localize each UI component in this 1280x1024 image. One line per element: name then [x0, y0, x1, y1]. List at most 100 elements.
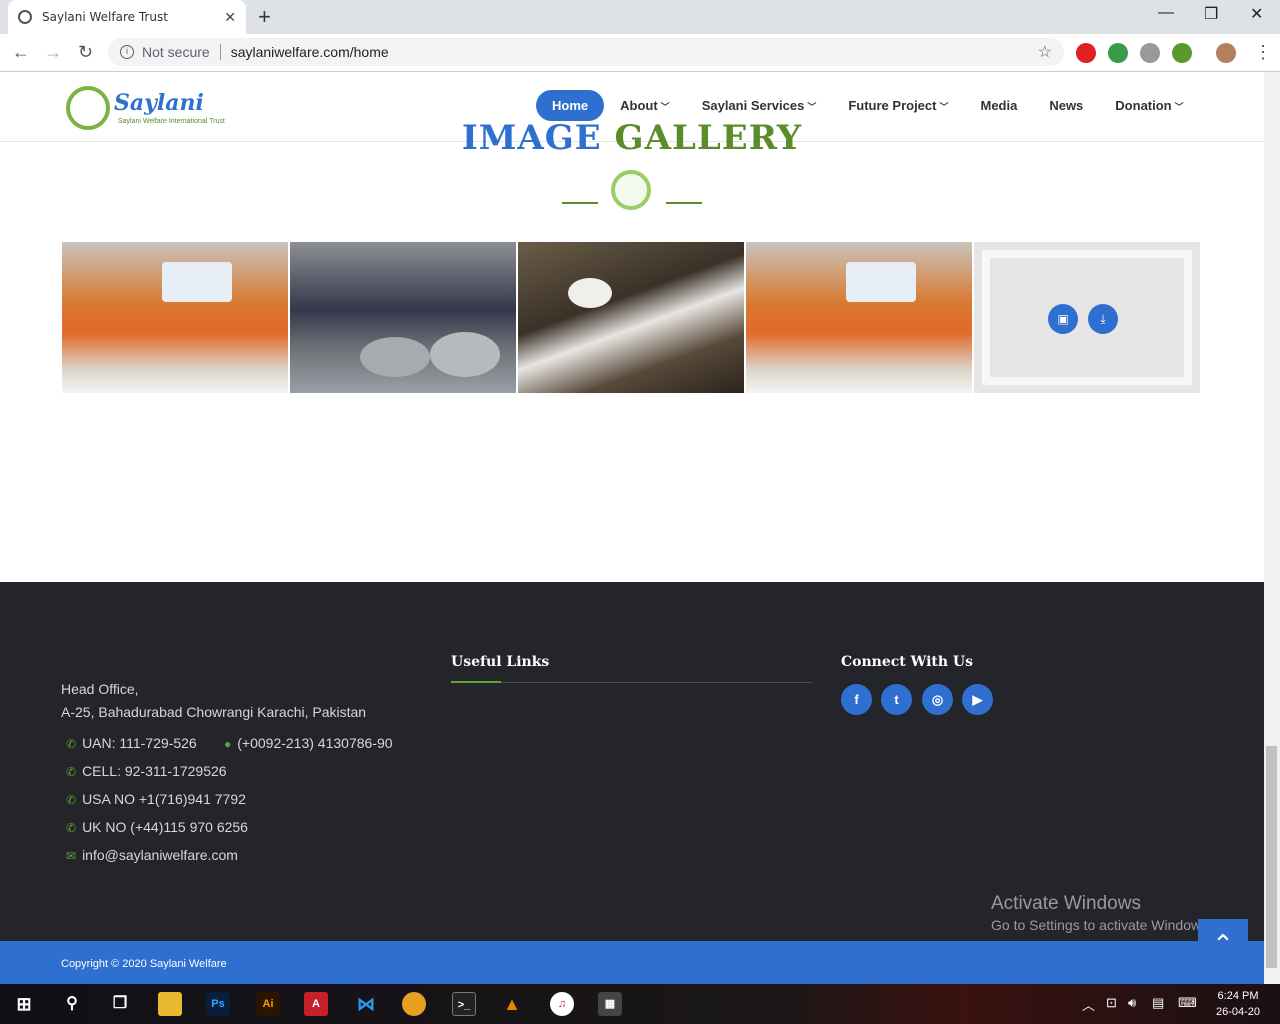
scrollbar-thumb[interactable] — [1266, 746, 1277, 968]
sack-shape — [162, 262, 232, 302]
system-clock[interactable]: 6:24 PM 26-04-20 — [1216, 988, 1260, 1020]
nav-about[interactable]: About ﹀ — [604, 90, 686, 121]
email-contact[interactable]: ✉ info@saylaniwelfare.com — [66, 847, 238, 863]
nav-saylani-services[interactable]: Saylani Services ﹀ — [686, 90, 833, 121]
instagram-icon[interactable]: ◎ — [922, 684, 953, 715]
back-arrow-icon[interactable]: ← — [12, 42, 30, 63]
nav-home[interactable]: Home — [536, 90, 605, 121]
cell-contact: ✆ CELL: 92-311-1729526 — [66, 763, 227, 779]
bug-extension-icon[interactable] — [1140, 43, 1160, 63]
opera-extension-icon[interactable] — [1076, 43, 1096, 63]
clock-date: 26-04-20 — [1216, 1006, 1261, 1018]
autocad-icon[interactable]: A — [304, 992, 328, 1016]
nav-services-label: Saylani Services — [701, 98, 805, 113]
copyright-bar: Copyright © 2020 Saylani Welfare — [0, 941, 1264, 984]
chevron-down-icon: ﹀ — [939, 102, 949, 112]
activate-windows-watermark: Activate Windows Go to Settings to activ… — [991, 893, 1212, 933]
globe-icon — [18, 10, 32, 24]
divider — [219, 44, 221, 60]
vlc-icon[interactable]: ▲ — [500, 992, 524, 1016]
chevron-down-icon: ﹀ — [1174, 102, 1184, 112]
nav-donation[interactable]: Donation ﹀ — [1099, 90, 1199, 121]
email-text[interactable]: info@saylaniwelfare.com — [82, 847, 238, 863]
pot-shape — [360, 337, 430, 377]
gallery-title-part-a: IMAGE — [461, 118, 602, 154]
phone-icon: ✆ — [66, 793, 77, 807]
browser-tab-strip: Saylani Welfare Trust ✕ + — ❐ ✕ — [0, 0, 1280, 34]
phone-icon: ✆ — [66, 765, 77, 779]
notification-icon[interactable]: ▤ — [1152, 995, 1164, 1011]
photoshop-icon[interactable]: Ps — [206, 992, 230, 1016]
terminal-icon[interactable]: >_ — [452, 992, 476, 1016]
nav-donation-label: Donation — [1115, 98, 1172, 113]
phone-icon: ✆ — [66, 737, 77, 751]
file-explorer-icon[interactable] — [158, 992, 182, 1016]
windows-start-icon[interactable]: ⊞ — [12, 992, 36, 1016]
office-label: Head Office, — [61, 681, 139, 697]
view-image-icon[interactable]: ▣ — [1048, 304, 1078, 334]
minimize-button[interactable]: — — [1158, 4, 1174, 22]
windows-taskbar: ⊞ ⚲ ❐ Ps Ai A ⋈ >_ ▲ ♫ ▦ ︿ ⊡ 🔊︎ ▤ ⌨ 6:24… — [0, 984, 1280, 1024]
gallery-image[interactable] — [518, 242, 744, 393]
hover-overlay — [982, 250, 1192, 385]
security-label: Not secure — [142, 44, 210, 60]
gallery-image[interactable] — [290, 242, 516, 393]
browser-tab[interactable]: Saylani Welfare Trust ✕ — [8, 0, 246, 34]
site-footer: Head Office, A-25, Bahadurabad Chowrangi… — [0, 582, 1264, 941]
download-icon[interactable]: ⤓ — [1088, 304, 1118, 334]
task-view-icon[interactable]: ❐ — [108, 992, 132, 1016]
divider-accent — [451, 681, 501, 683]
maximize-button[interactable]: ❐ — [1204, 4, 1218, 24]
address-bar[interactable]: i Not secure saylaniwelfare.com/home ☆ — [108, 38, 1064, 66]
divider — [451, 681, 812, 683]
usa-contact: ✆ USA NO +1(716)941 7792 — [66, 791, 246, 807]
window-close-button[interactable]: ✕ — [1250, 4, 1263, 24]
nav-media[interactable]: Media — [964, 90, 1033, 121]
bookmark-star-icon[interactable]: ☆ — [1038, 42, 1052, 62]
twitter-icon[interactable]: t — [881, 684, 912, 715]
globe-extension-icon[interactable] — [1108, 43, 1128, 63]
search-icon[interactable]: ⚲ — [60, 992, 84, 1016]
illustrator-icon[interactable]: Ai — [256, 992, 280, 1016]
uan-contact: ✆ UAN: 111-729-526 — [66, 735, 197, 751]
reload-icon[interactable]: ↻ — [78, 42, 93, 63]
forward-arrow-icon[interactable]: → — [44, 42, 62, 63]
keyboard-icon[interactable]: ⌨ — [1178, 995, 1197, 1011]
chrome-icon[interactable] — [402, 992, 426, 1016]
calculator-icon[interactable]: ▦ — [598, 992, 622, 1016]
main-nav: Home About ﹀ Saylani Services ﹀ Future Pro… — [536, 90, 1200, 121]
menu-icon[interactable]: ⋮ — [1254, 42, 1272, 63]
new-tab-button[interactable]: + — [258, 4, 271, 30]
avatar[interactable] — [1216, 43, 1236, 63]
connect-heading: Connect With Us — [841, 654, 974, 670]
tab-close-icon[interactable]: ✕ — [224, 9, 236, 26]
office-address: A-25, Bahadurabad Chowrangi Karachi, Pak… — [61, 704, 367, 720]
facebook-icon[interactable]: f — [841, 684, 872, 715]
gallery-image-hovered[interactable]: ▣ ⤓ — [974, 242, 1200, 393]
copyright-text: Copyright © 2020 Saylani Welfare — [61, 958, 227, 970]
logo-emblem-icon — [611, 170, 651, 210]
network-icon[interactable]: ⊡ — [1106, 995, 1117, 1011]
turban-shape — [568, 278, 612, 308]
useful-links-heading: Useful Links — [451, 654, 550, 670]
chevron-up-icon[interactable]: ︿ — [1082, 995, 1095, 1014]
tree-extension-icon[interactable] — [1172, 43, 1192, 63]
url-text[interactable]: saylaniwelfare.com/home — [231, 44, 389, 60]
image-gallery: ▣ ⤓ — [62, 242, 1200, 393]
gallery-image[interactable] — [62, 242, 288, 393]
divider — [666, 202, 702, 204]
phone-text: (+0092-213) 4130786-90 — [237, 735, 393, 751]
gallery-image[interactable] — [746, 242, 972, 393]
vscode-icon[interactable]: ⋈ — [354, 992, 378, 1016]
volume-icon[interactable]: 🔊︎ — [1128, 995, 1136, 1011]
usa-text: USA NO +1(716)941 7792 — [82, 791, 246, 807]
scroll-to-top-button[interactable]: ⌃ — [1198, 919, 1248, 969]
nav-news[interactable]: News — [1033, 90, 1099, 121]
nav-future-project[interactable]: Future Project ﹀ — [832, 90, 964, 121]
youtube-icon[interactable]: ▶ — [962, 684, 993, 715]
sack-shape — [846, 262, 916, 302]
itunes-icon[interactable]: ♫ — [550, 992, 574, 1016]
uk-text: UK NO (+44)115 970 6256 — [82, 819, 248, 835]
info-icon[interactable]: i — [120, 45, 134, 59]
tab-title: Saylani Welfare Trust — [42, 10, 168, 24]
